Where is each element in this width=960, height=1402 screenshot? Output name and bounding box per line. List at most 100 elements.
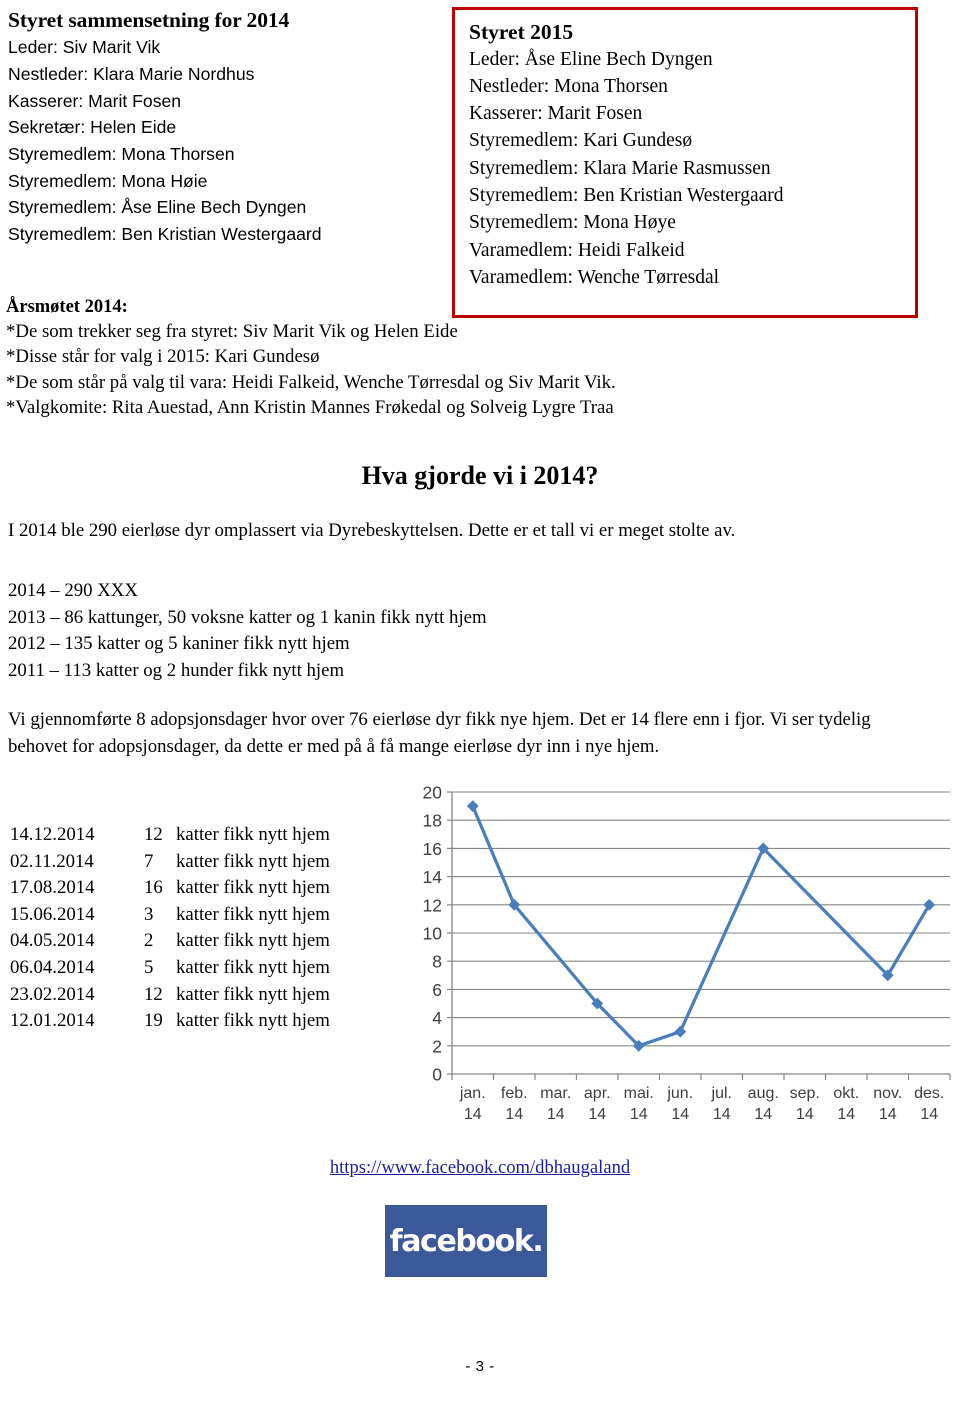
chart-x-tick-sublabel: 14 xyxy=(879,1106,897,1123)
intro-paragraph: I 2014 ble 290 eierløse dyr omplassert v… xyxy=(8,520,736,541)
adoption-date: 02.11.2014 xyxy=(10,850,94,872)
board-2015-box: Styret 2015 Leder: Åse Eline Bech Dyngen… xyxy=(452,7,918,318)
list-item: Varamedlem: Wenche Tørresdal xyxy=(469,266,720,288)
table-row: 15.06.2014 3 katter fikk nytt hjem xyxy=(10,902,330,929)
adoption-date: 17.08.2014 xyxy=(10,877,95,899)
adoption-text: katter fikk nytt hjem xyxy=(176,850,330,872)
chart-x-tick-label: mai. xyxy=(624,1085,654,1102)
annual-meeting-heading: Årsmøtet 2014: xyxy=(6,297,128,317)
chart-y-tick-label: 14 xyxy=(423,867,443,887)
chart-y-tick-label: 10 xyxy=(423,924,443,944)
adoption-text: katter fikk nytt hjem xyxy=(176,824,330,845)
list-item: Styremedlem: Mona Thorsen xyxy=(8,144,235,165)
list-item: Styremedlem: Ben Kristian Westergaard xyxy=(8,224,322,245)
adoption-count: 19 xyxy=(144,1010,163,1032)
board-2015-member-list: Leder: Åse Eline Bech Dyngen Nestleder: … xyxy=(469,46,915,292)
adoption-text: katter fikk nytt hjem xyxy=(176,1010,330,1032)
page-title: Hva gjorde vi i 2014? xyxy=(361,461,599,490)
list-item: Styremedlem: Ben Kristian Westergaard xyxy=(469,184,784,206)
adoption-count: 2 xyxy=(144,930,154,952)
chart-x-tick-label: apr. xyxy=(584,1085,611,1102)
page-number: - 3 - xyxy=(465,1358,495,1375)
chart-x-tick-sublabel: 14 xyxy=(464,1106,482,1123)
list-item: Varamedlem: Heidi Falkeid xyxy=(469,239,685,261)
list-item: Kasserer: Marit Fosen xyxy=(8,90,182,111)
list-item: Leder: Siv Marit Vik xyxy=(8,37,161,58)
chart-x-tick-label: des. xyxy=(914,1085,944,1102)
adoption-count: 16 xyxy=(144,877,163,899)
list-item: 2012 – 135 katter og 5 kaniner fikk nytt… xyxy=(8,633,350,655)
chart-x-tick-label: jan. xyxy=(459,1085,486,1102)
adoption-line-chart: 0 2 4 6 8 10 12 14 16 18 20 jan. 14 feb. 14 mar. 14 apr. 1… xyxy=(398,784,956,1136)
adoption-date: 12.01.2014 xyxy=(10,1010,95,1032)
chart-y-tick-label: 12 xyxy=(423,895,442,915)
chart-y-tick-label: 16 xyxy=(423,839,442,859)
list-item: Leder: Åse Eline Bech Dyngen xyxy=(469,48,713,70)
table-row: 04.05.2014 2 katter fikk nytt hjem xyxy=(10,928,330,955)
chart-y-tick-label: 4 xyxy=(432,1008,442,1028)
adoption-paragraph: Vi gjennomførte 8 adopsjonsdager hvor ov… xyxy=(8,709,871,757)
list-item: 2013 – 86 kattunger, 50 voksne katter og… xyxy=(8,606,487,628)
facebook-logo-text: facebook. xyxy=(389,1223,544,1259)
chart-x-tick-label: nov. xyxy=(873,1085,902,1102)
adoption-days-table: 14.12.2014 12 katter fikk nytt hjem 02.1… xyxy=(10,822,330,1035)
board-composition-area: Styret sammensetning for 2014 Leder: Siv… xyxy=(0,0,960,330)
chart-x-tick-label: feb. xyxy=(501,1085,528,1102)
table-row: 06.04.2014 5 katter fikk nytt hjem xyxy=(10,955,330,982)
chart-x-tick-sublabel: 14 xyxy=(505,1106,523,1123)
annual-meeting-line: *De som står på valg til vara: Heidi Fal… xyxy=(6,371,616,393)
list-item: Kasserer: Marit Fosen xyxy=(469,103,643,125)
chart-x-tick-label: okt. xyxy=(833,1085,859,1102)
chart-x-tick-sublabel: 14 xyxy=(713,1106,731,1123)
facebook-link[interactable]: https://www.facebook.com/dbhaugaland xyxy=(330,1157,630,1178)
board-2014-heading: Styret sammensetning for 2014 xyxy=(8,8,290,32)
adoption-count: 7 xyxy=(144,850,154,872)
board-2014-block: Styret sammensetning for 2014 Leder: Siv… xyxy=(8,8,438,248)
chart-y-tick-label: 20 xyxy=(423,784,443,803)
chart-data-point xyxy=(674,1025,687,1038)
list-item: Sekretær: Helen Eide xyxy=(8,117,177,138)
adoption-date: 04.05.2014 xyxy=(10,930,95,952)
list-item: 2011 – 113 katter og 2 hunder fikk nytt … xyxy=(8,660,345,682)
adoption-date: 15.06.2014 xyxy=(10,903,95,925)
chart-data-point xyxy=(466,800,479,813)
list-item: Styremedlem: Kari Gundesø xyxy=(469,130,693,152)
chart-series-line xyxy=(471,804,931,1048)
annual-meeting-line: *Valgkomite: Rita Auestad, Ann Kristin M… xyxy=(6,396,614,418)
adoption-count: 5 xyxy=(144,956,154,978)
adoption-date: 14.12.2014 xyxy=(10,824,95,845)
chart-x-tick-label: sep. xyxy=(790,1085,820,1102)
annual-meeting-line: *Disse står for valg i 2015: Kari Gundes… xyxy=(6,346,320,368)
adoption-text: katter fikk nytt hjem xyxy=(176,930,330,952)
list-item: Nestleder: Mona Thorsen xyxy=(469,75,668,97)
chart-x-tick-label: mar. xyxy=(540,1085,571,1102)
list-item: Styremedlem: Mona Høye xyxy=(469,212,676,234)
chart-y-tick-label: 18 xyxy=(423,811,442,831)
table-row: 23.02.2014 12 katter fikk nytt hjem xyxy=(10,982,330,1009)
table-row: 14.12.2014 12 katter fikk nytt hjem xyxy=(10,822,330,849)
adoption-text: katter fikk nytt hjem xyxy=(176,877,330,899)
adoption-date: 06.04.2014 xyxy=(10,956,95,978)
chart-x-tick-sublabel: 14 xyxy=(754,1106,772,1123)
board-2014-member-list: Leder: Siv Marit Vik Nestleder: Klara Ma… xyxy=(8,34,438,248)
chart-x-tick-sublabel: 14 xyxy=(796,1106,814,1123)
table-row: 12.01.2014 19 katter fikk nytt hjem xyxy=(10,1008,330,1035)
list-item: 2014 – 290 XXX xyxy=(8,580,138,601)
table-row: 02.11.2014 7 katter fikk nytt hjem xyxy=(10,849,330,876)
chart-x-tick-sublabel: 14 xyxy=(671,1106,689,1123)
chart-x-tick-label: aug. xyxy=(748,1085,779,1102)
adoption-count: 12 xyxy=(144,983,163,1005)
chart-y-tick-label: 6 xyxy=(432,980,442,1000)
facebook-url: https://www.facebook.com/dbhaugaland xyxy=(0,1157,960,1179)
facebook-logo[interactable]: facebook. xyxy=(385,1205,547,1277)
chart-y-tick-label: 8 xyxy=(432,952,442,972)
list-item: Nestleder: Klara Marie Nordhus xyxy=(8,63,255,84)
year-summary-list: 2014 – 290 XXX 2013 – 86 kattunger, 50 v… xyxy=(8,578,708,685)
chart-x-tick-label: jun. xyxy=(666,1085,693,1102)
table-row: 17.08.2014 16 katter fikk nytt hjem xyxy=(10,875,330,902)
list-item: Styremedlem: Klara Marie Rasmussen xyxy=(469,157,771,179)
chart-y-tick-label: 2 xyxy=(432,1036,442,1056)
chart-x-tick-sublabel: 14 xyxy=(588,1106,606,1123)
chart-x-tick-sublabel: 14 xyxy=(837,1106,855,1123)
adoption-date: 23.02.2014 xyxy=(10,983,95,1005)
